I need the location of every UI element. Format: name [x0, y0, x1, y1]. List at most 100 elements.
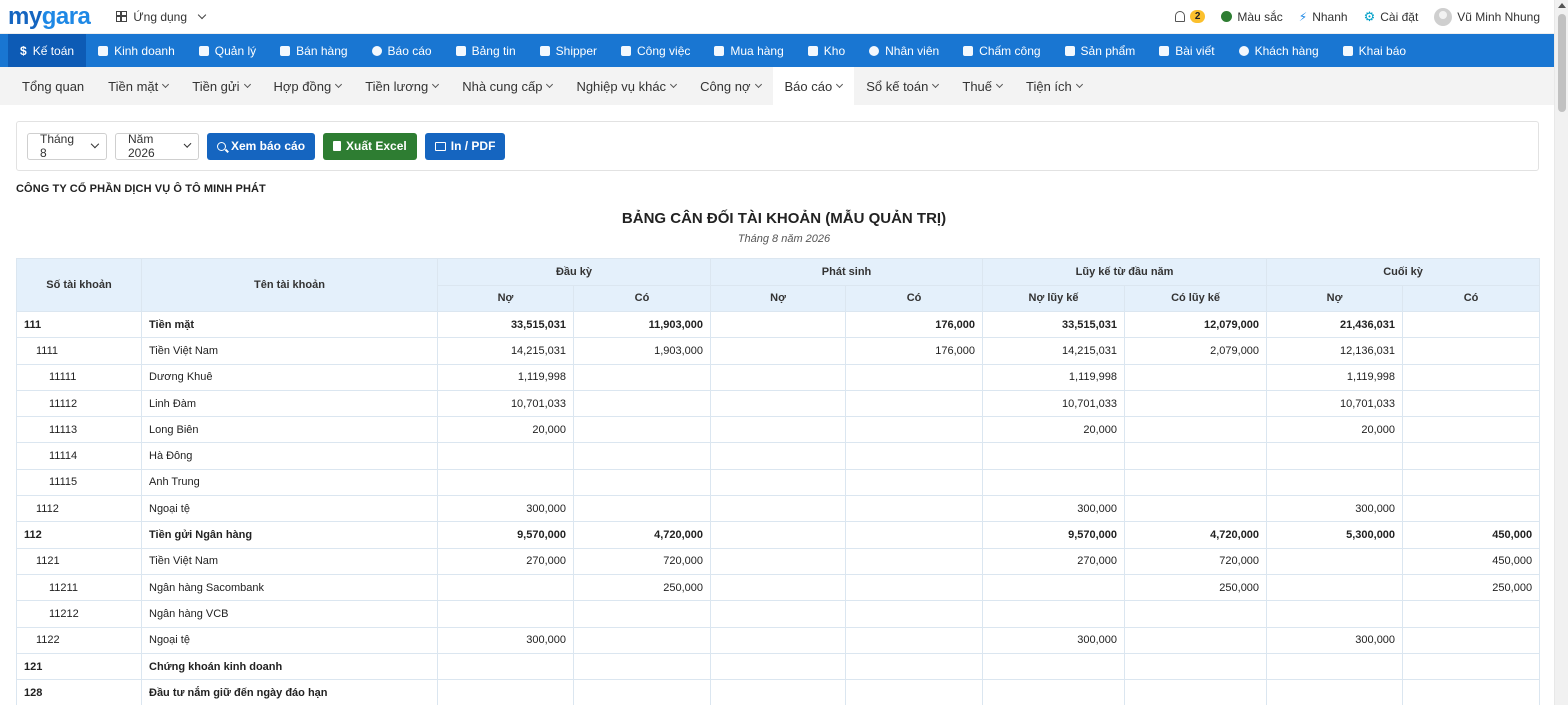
table-row[interactable]: 1122 Ngoại tệ 300,000 300,000 300,000 [16, 626, 1541, 654]
col-header-credit-ytd: Có lũy kế [1124, 284, 1268, 312]
view-report-button[interactable]: Xem báo cáo [207, 132, 316, 160]
table-row[interactable]: 11115 Anh Trung [16, 468, 1541, 497]
amount-cell: 33,515,031 [437, 310, 574, 339]
scroll-up-arrow-icon[interactable] [1558, 3, 1566, 8]
account-name: Đầu tư nắm giữ đến ngày đáo hạn [141, 679, 438, 705]
notifications-button[interactable]: 2 [1174, 10, 1206, 23]
subnav-hop-dong[interactable]: Hợp đồng [262, 67, 354, 105]
nav-quan-ly[interactable]: Quản lý [187, 34, 268, 67]
table-row[interactable]: 111 Tiền mặt 33,515,031 11,903,000 176,000 33… [16, 310, 1541, 339]
subnav-cong-no[interactable]: Công nợ [688, 67, 772, 105]
amount-cell [982, 600, 1126, 628]
nav-cong-viec[interactable]: Công việc [609, 34, 702, 67]
amount-cell [710, 495, 847, 523]
nav-bai-viet[interactable]: Bài viết [1147, 34, 1226, 67]
account-name: Anh Trung [141, 468, 438, 497]
settings-button[interactable]: ⚙ Cài đặt [1364, 9, 1419, 25]
subnav-bao-cao[interactable]: Báo cáo [772, 67, 855, 105]
table-row[interactable]: 1121 Tiền Việt Nam 270,000 720,000 270,000 72… [16, 547, 1541, 575]
amount-cell: 21,436,031 [1266, 310, 1404, 339]
user-icon [869, 45, 880, 56]
table-row[interactable]: 11212 Ngân hàng VCB [16, 600, 1541, 628]
nav-mua-hang[interactable]: Mua hàng [702, 34, 795, 67]
amount-cell [1266, 468, 1404, 497]
table-row[interactable]: 11211 Ngân hàng Sacombank 250,000 250,000 25… [16, 573, 1541, 602]
home-icon [455, 45, 466, 56]
col-header-closing: Cuối kỳ [1266, 258, 1541, 286]
amount-cell [572, 679, 712, 705]
file-excel-icon [333, 141, 342, 151]
notification-badge: 2 [1189, 10, 1206, 23]
table-row[interactable]: 1111 Tiền Việt Nam 14,215,031 1,903,000 176,… [16, 337, 1541, 365]
nav-cham-cong[interactable]: Chấm công [951, 34, 1052, 67]
subnav-tien-ich[interactable]: Tiện ích [1014, 67, 1094, 105]
chevron-down-icon [836, 80, 844, 88]
subnav-tien-luong[interactable]: Tiền lương [353, 67, 450, 105]
nav-bang-tin[interactable]: Bảng tin [444, 34, 528, 67]
amount-cell [437, 600, 574, 628]
subnav-tien-mat[interactable]: Tiền mặt [96, 67, 180, 105]
account-name: Ngân hàng Sacombank [141, 573, 438, 602]
col-header-opening: Đầu kỳ [436, 258, 712, 286]
palette-icon [1221, 11, 1233, 22]
box-icon [1064, 45, 1075, 56]
subnav-tong-quan[interactable]: Tổng quan [10, 67, 96, 105]
account-code: 1112 [16, 495, 142, 523]
export-excel-button[interactable]: Xuất Excel [323, 132, 417, 160]
user-menu[interactable]: Vũ Minh Nhung [1434, 7, 1540, 26]
table-row[interactable]: 11114 Hà Đông [16, 442, 1541, 470]
table-row[interactable]: 11112 Linh Đàm 10,701,033 10,701,033 10,701,… [16, 389, 1541, 418]
amount-cell [982, 468, 1126, 497]
nav-bao-cao[interactable]: Báo cáo [360, 34, 444, 67]
col-header-name: Tên tài khoản [141, 258, 438, 312]
amount-cell [1266, 573, 1404, 602]
nav-khach-hang[interactable]: Khách hàng [1227, 34, 1331, 67]
nav-shipper[interactable]: Shipper [528, 34, 609, 67]
nav-ban-hang[interactable]: Bán hàng [268, 34, 359, 67]
quick-button[interactable]: ⚡ Nhanh [1299, 10, 1348, 24]
subnav-so-ke-toan[interactable]: Sổ kế toán [854, 67, 950, 105]
table-row[interactable]: 121 Chứng khoán kinh doanh [16, 652, 1541, 681]
subnav-thue[interactable]: Thuế [950, 67, 1014, 105]
subnav-nha-cung-cap[interactable]: Nhà cung cấp [450, 67, 564, 105]
amount-cell [845, 547, 984, 575]
amount-cell [572, 626, 712, 654]
table-row[interactable]: 1112 Ngoại tệ 300,000 300,000 300,000 [16, 495, 1541, 523]
scroll-thumb[interactable] [1558, 14, 1566, 112]
vertical-scrollbar[interactable] [1554, 0, 1568, 705]
account-code: 11112 [16, 389, 142, 418]
year-select[interactable]: Năm 2026 [115, 132, 199, 160]
table-row[interactable]: 11113 Long Biên 20,000 20,000 20,000 [16, 416, 1541, 444]
company-name: CÔNG TY CỔ PHẦN DỊCH VỤ Ô TÔ MINH PHÁT [16, 183, 266, 195]
nav-kinh-doanh[interactable]: Kinh doanh [86, 34, 187, 67]
nav-nhan-vien[interactable]: Nhân viên [857, 34, 951, 67]
table-row[interactable]: 11111 Dương Khuê 1,119,998 1,119,998 1,119,9… [16, 363, 1541, 391]
col-header-credit: Có [845, 284, 984, 312]
subnav-tien-gui[interactable]: Tiền gửi [180, 67, 261, 105]
month-select[interactable]: Tháng 8 [27, 132, 107, 160]
print-pdf-button[interactable]: In / PDF [424, 132, 506, 160]
account-code: 111 [16, 310, 142, 339]
apps-menu[interactable]: Ứng dụng [116, 10, 207, 24]
table-row[interactable]: 112 Tiền gửi Ngân hàng 9,570,000 4,720,000 9… [16, 521, 1541, 549]
amount-cell [1124, 468, 1268, 497]
amount-cell: 12,136,031 [1266, 337, 1404, 365]
bell-icon [1174, 11, 1185, 22]
nav-ke-toan[interactable]: $ Kế toán [8, 34, 87, 67]
table-row[interactable]: 128 Đầu tư nắm giữ đến ngày đáo hạn [16, 679, 1541, 705]
amount-cell: 250,000 [1124, 573, 1268, 602]
nav-khai-bao[interactable]: Khai báo [1331, 34, 1418, 67]
account-code: 1111 [16, 337, 142, 365]
color-theme-button[interactable]: Màu sắc [1221, 10, 1283, 24]
nav-san-pham[interactable]: Sản phẩm [1053, 34, 1148, 67]
chevron-down-icon [995, 80, 1004, 88]
amount-cell [845, 626, 984, 654]
nav-kho[interactable]: Kho [796, 34, 857, 67]
brand-logo[interactable]: mygara [8, 3, 91, 31]
id-card-icon [198, 45, 209, 56]
dollar-icon: $ [20, 43, 27, 58]
top-bar: mygara Ứng dụng 2 Màu sắc ⚡ Nhanh ⚙ Cài … [0, 0, 1568, 34]
subnav-nghiep-vu-khac[interactable]: Nghiệp vụ khác [564, 67, 688, 105]
amount-cell: 270,000 [437, 547, 574, 575]
amount-cell [845, 521, 984, 549]
